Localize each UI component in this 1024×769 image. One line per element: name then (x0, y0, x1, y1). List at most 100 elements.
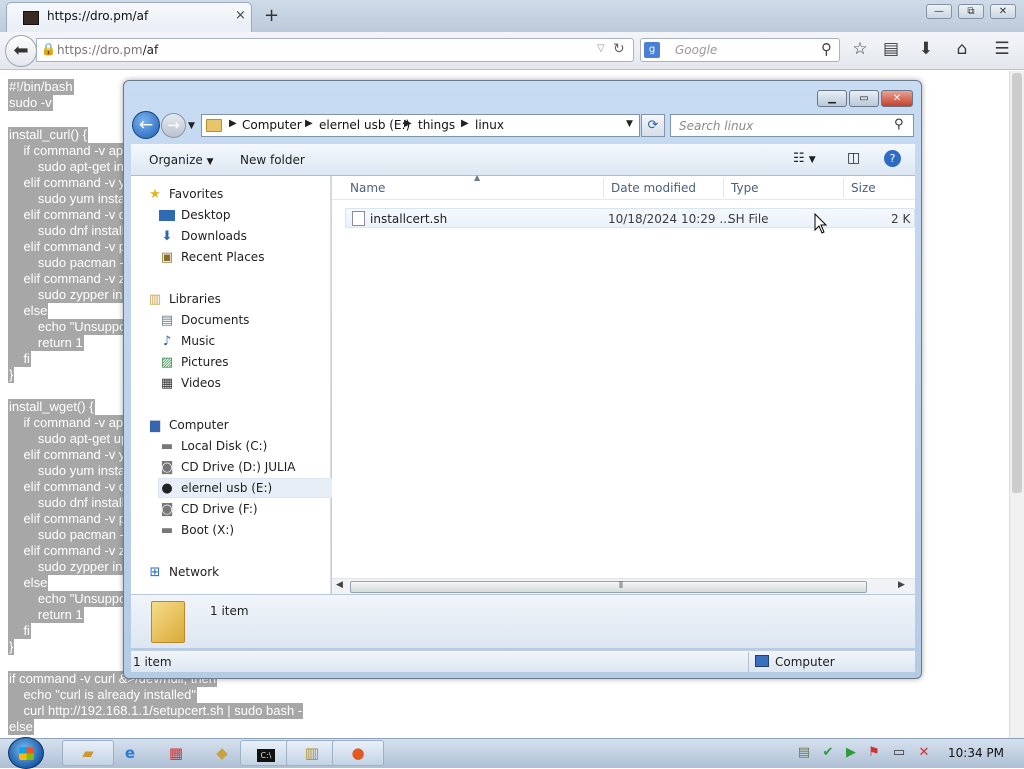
nav-videos[interactable]: ▦ Videos (159, 374, 327, 394)
explorer-minimize-button[interactable]: ▁ (817, 90, 847, 107)
folder-search-input[interactable]: Search linux ⚲ (670, 114, 914, 137)
nav-label: Favorites (169, 187, 224, 201)
breadcrumb-chevron-icon[interactable]: ▶ (461, 118, 469, 129)
column-type[interactable]: Type (731, 181, 759, 195)
nav-computer[interactable]: ▆ Computer (147, 416, 327, 436)
script-line: sudo apt-get up (8, 431, 130, 447)
explorer-maximize-button[interactable]: ▭ (849, 90, 879, 107)
nav-libraries[interactable]: ▥ Libraries (147, 290, 327, 310)
new-tab-button[interactable]: + (264, 5, 279, 26)
file-name: installcert.sh (370, 212, 448, 226)
nav-documents[interactable]: ▤ Documents (159, 311, 327, 331)
breadcrumb-things[interactable]: things (418, 118, 455, 132)
breadcrumb-computer[interactable]: Computer (242, 118, 302, 132)
script-line: elif command -v p (8, 511, 128, 527)
file-list-pane: Name ▲ Date modified Type Size installce… (332, 173, 915, 594)
change-view-icon[interactable]: ☷ ▼ (793, 151, 816, 166)
address-dropdown-icon[interactable]: ▼ (626, 119, 633, 129)
breadcrumb-chevron-icon[interactable]: ▶ (229, 118, 237, 129)
file-row[interactable]: installcert.sh 10/18/2024 10:29 ... SH F… (345, 208, 915, 228)
taskbar-cmd-button[interactable]: C:\ (240, 740, 292, 766)
reload-icon[interactable]: ↻ (613, 41, 625, 57)
explorer-back-button[interactable]: ← (132, 111, 160, 139)
scroll-left-icon[interactable]: ◀ (336, 580, 343, 590)
column-divider[interactable] (843, 178, 844, 198)
browser-tab[interactable]: https://dro.pm/af × (6, 2, 252, 32)
search-icon[interactable]: ⚲ (821, 40, 832, 58)
tray-volume-muted-icon[interactable]: ✕ (916, 745, 932, 761)
horizontal-scrollbar[interactable]: ◀ ⦀ ▶ (332, 578, 915, 594)
browser-search-bar[interactable]: g Google ⚲ (640, 38, 840, 62)
horizontal-scroll-thumb[interactable]: ⦀ (350, 581, 867, 593)
bookmarks-list-icon[interactable]: ▤ (879, 39, 903, 61)
search-icon[interactable]: ⚲ (894, 117, 904, 132)
taskbar-firefox-button[interactable]: ● (332, 740, 384, 766)
nav-favorites[interactable]: ★ Favorites (147, 185, 327, 205)
minimize-window-button[interactable]: — (926, 4, 952, 19)
taskbar-archive-button[interactable]: ▥ (286, 740, 338, 766)
column-header-row: Name ▲ Date modified Type Size (332, 173, 915, 200)
nav-label: Videos (181, 376, 221, 390)
taskbar-ie-button[interactable]: e (104, 740, 156, 766)
tray-shield-icon[interactable]: ✔ (820, 745, 836, 761)
restore-window-button[interactable]: ⧉ (958, 4, 984, 19)
column-divider[interactable] (723, 178, 724, 198)
close-tab-icon[interactable]: × (235, 8, 246, 23)
tray-play-icon[interactable]: ▶ (843, 745, 859, 761)
nav-desktop[interactable]: Desktop (159, 206, 327, 226)
bookmark-star-icon[interactable]: ☆ (848, 39, 872, 61)
breadcrumb-chevron-icon[interactable]: ▶ (404, 118, 412, 129)
google-engine-icon[interactable]: g (644, 42, 660, 58)
script-line: return 1 (8, 335, 84, 351)
nav-pictures[interactable]: ▨ Pictures (159, 353, 327, 373)
nav-recent-places[interactable]: ▣ Recent Places (159, 248, 327, 268)
recent-locations-dropdown-icon[interactable]: ▼ (188, 121, 195, 131)
nav-cd-drive-f[interactable]: ◙ CD Drive (F:) (159, 500, 327, 520)
url-history-dropdown-icon[interactable]: ▽ (597, 43, 605, 54)
refresh-icon[interactable]: ⟳ (641, 114, 665, 137)
address-bar[interactable]: ▶ Computer ▶ elernel usb (E:) ▶ things ▶… (201, 114, 640, 137)
column-date-modified[interactable]: Date modified (611, 181, 696, 195)
tray-network-icon[interactable]: ▤ (796, 745, 812, 761)
column-size[interactable]: Size (851, 181, 876, 195)
close-window-button[interactable]: ✕ (990, 4, 1016, 19)
organize-button[interactable]: Organize ▼ (149, 153, 214, 167)
column-divider[interactable] (603, 178, 604, 198)
nav-network[interactable]: ⊞ Network (147, 563, 327, 583)
preview-pane-icon[interactable]: ◫ (847, 150, 860, 166)
folder-icon (206, 119, 222, 132)
taskbar-app-button[interactable]: ▦ (150, 740, 202, 766)
paint-icon: ◆ (216, 744, 228, 762)
home-icon[interactable]: ⌂ (950, 39, 974, 61)
nav-cd-drive-d[interactable]: ◙ CD Drive (D:) JULIA (159, 458, 327, 478)
tray-display-icon[interactable]: ▭ (891, 745, 907, 761)
breadcrumb-usb[interactable]: elernel usb (E:) (319, 118, 410, 132)
nav-boot-x[interactable]: ▬ Boot (X:) (159, 521, 327, 541)
nav-music[interactable]: ♪ Music (159, 332, 327, 352)
nav-label: Documents (181, 313, 250, 327)
menu-icon[interactable]: ☰ (990, 39, 1014, 61)
breadcrumb-linux[interactable]: linux (475, 118, 504, 132)
nav-downloads[interactable]: ⬇ Downloads (159, 227, 327, 247)
help-icon[interactable]: ? (884, 150, 901, 167)
downloads-icon[interactable]: ⬇ (914, 39, 938, 61)
explorer-forward-button[interactable]: → (161, 113, 186, 138)
url-text[interactable]: https://dro.pm/af (57, 43, 158, 57)
sort-arrow-icon: ▲ (474, 173, 481, 182)
nav-local-disk-c[interactable]: ▬ Local Disk (C:) (159, 437, 327, 457)
status-divider (748, 652, 749, 672)
column-name[interactable]: Name (350, 181, 385, 195)
script-line: else (8, 719, 34, 735)
taskbar-clock[interactable]: 10:34 PM (948, 746, 1004, 760)
breadcrumb-chevron-icon[interactable]: ▶ (305, 118, 313, 129)
url-bar[interactable]: 🔒 https://dro.pm/af ▽ ↻ (36, 38, 634, 62)
page-scrollbar[interactable] (1009, 71, 1024, 738)
scrollbar-thumb[interactable] (1012, 73, 1022, 493)
explorer-close-button[interactable]: ✕ (881, 90, 913, 107)
new-folder-button[interactable]: New folder (240, 153, 305, 167)
back-button[interactable]: ⬅ (5, 35, 37, 67)
nav-usb-drive-e[interactable]: ● elernel usb (E:) (158, 478, 336, 498)
start-button[interactable] (8, 737, 44, 769)
tray-flag-icon[interactable]: ⚑ (866, 745, 882, 761)
scroll-right-icon[interactable]: ▶ (898, 580, 905, 590)
